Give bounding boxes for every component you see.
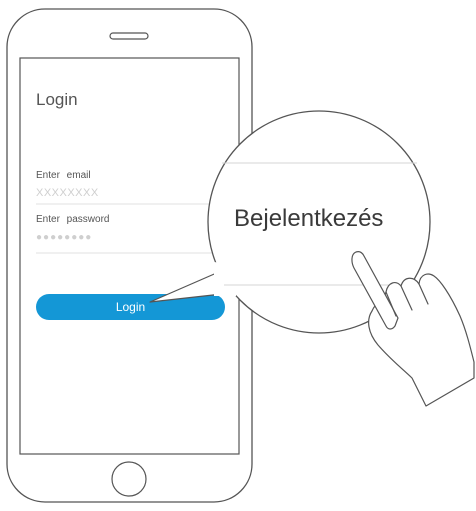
- callout-illustration: [149, 110, 475, 407]
- illustration: Login Enter email XXXXXXXX Enter passwor…: [0, 0, 476, 511]
- zoomed-login-label: Bejelentkezés: [234, 205, 384, 232]
